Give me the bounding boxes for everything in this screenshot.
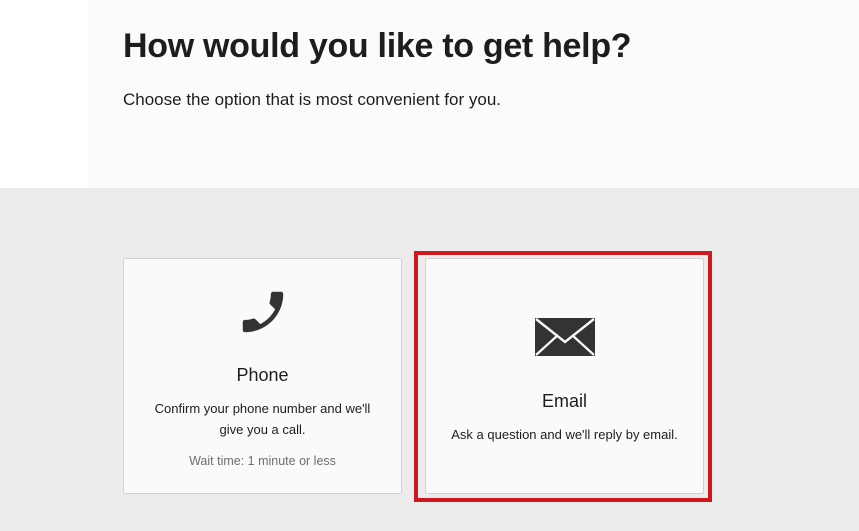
phone-option-description: Confirm your phone number and we'll give…: [154, 401, 371, 437]
phone-option-card[interactable]: Phone Confirm your phone number and we'l…: [123, 258, 402, 494]
phone-option-title: Phone: [236, 365, 289, 385]
help-options-page: How would you like to get help? Choose t…: [0, 0, 859, 531]
email-option-description: Ask a question and we'll reply by email.: [451, 427, 678, 442]
page-title: How would you like to get help?: [123, 27, 632, 65]
envelope-icon: [534, 318, 595, 356]
page-subtitle: Choose the option that is most convenien…: [123, 90, 502, 109]
email-option-card[interactable]: Email Ask a question and we'll reply by …: [425, 258, 704, 494]
email-option-title: Email: [541, 391, 587, 411]
phone-icon: [242, 291, 283, 333]
phone-wait-time: Wait time: 1 minute or less: [189, 454, 336, 468]
